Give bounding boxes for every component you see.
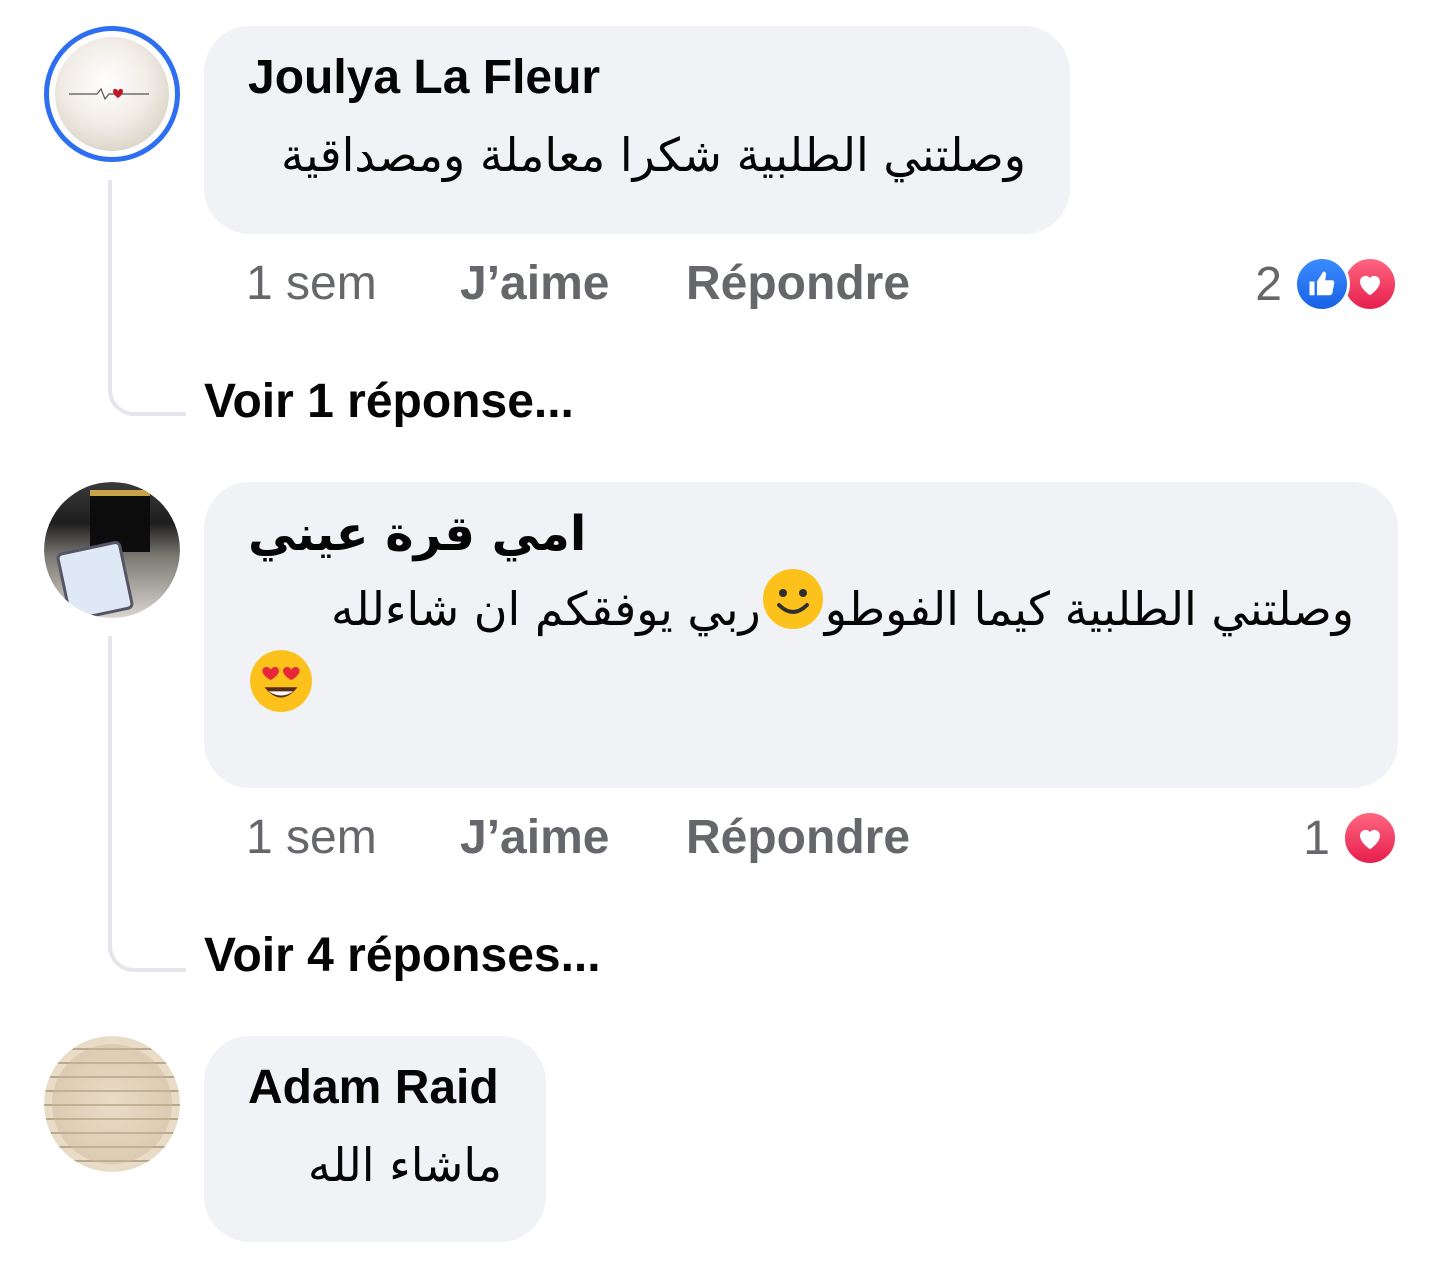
- slightly-smiling-face-emoji: [761, 567, 825, 658]
- like-button[interactable]: J’aime: [460, 810, 609, 866]
- comment-author[interactable]: امي قرة عيني: [248, 506, 586, 562]
- heartbeat-logo-icon: [69, 87, 149, 101]
- thread-line: [108, 636, 186, 972]
- love-icon: [1342, 810, 1398, 866]
- reply-button[interactable]: Répondre: [686, 810, 910, 866]
- heart-eyes-emoji: [248, 648, 314, 719]
- comment-actions: 1 sem J’aime Répondre: [246, 256, 946, 312]
- thread-line: [108, 180, 186, 416]
- avatar-joulya[interactable]: [44, 26, 180, 162]
- calligraphy-page-icon: [52, 1044, 172, 1164]
- comment-time[interactable]: 1 sem: [246, 256, 377, 312]
- avatar-omi[interactable]: [44, 482, 180, 618]
- love-icon: [1342, 256, 1398, 312]
- like-button[interactable]: J’aime: [460, 256, 609, 312]
- comment-actions: 1 sem J’aime Répondre: [246, 810, 946, 866]
- comment-text: وصلتني الطلبية كيما الفوطو ربي يوفقكم ان …: [248, 566, 1354, 652]
- avatar-adam[interactable]: [44, 1036, 180, 1172]
- comment-text-part1: وصلتني الطلبية كيما الفوطو: [824, 582, 1354, 636]
- view-replies-link[interactable]: Voir 4 réponses...: [204, 928, 601, 984]
- reactions-summary[interactable]: 2: [1255, 256, 1398, 312]
- comment-text-part2: ربي يوفقكم ان شاءلله: [331, 582, 761, 636]
- reactions-summary[interactable]: 1: [1303, 810, 1398, 866]
- comment-bubble[interactable]: امي قرة عيني وصلتني الطلبية كيما الفوطو ر…: [204, 482, 1398, 788]
- comment-text: وصلتني الطلبية شكرا معاملة ومصداقية: [281, 128, 1026, 182]
- comment-text: ماشاء الله: [307, 1138, 502, 1192]
- view-replies-link[interactable]: Voir 1 réponse...: [204, 374, 574, 430]
- comment-bubble[interactable]: Adam Raid ماشاء الله: [204, 1036, 546, 1242]
- phone-photo-icon: [55, 539, 135, 618]
- comment-author[interactable]: Adam Raid: [248, 1060, 502, 1116]
- comment-author[interactable]: Joulya La Fleur: [248, 50, 1026, 106]
- comment-bubble[interactable]: Joulya La Fleur وصلتني الطلبية شكرا معام…: [204, 26, 1070, 234]
- reply-button[interactable]: Répondre: [686, 256, 910, 312]
- comment-time[interactable]: 1 sem: [246, 810, 377, 866]
- like-icon: [1294, 256, 1350, 312]
- reaction-count: 1: [1303, 811, 1330, 865]
- reaction-count: 2: [1255, 257, 1282, 311]
